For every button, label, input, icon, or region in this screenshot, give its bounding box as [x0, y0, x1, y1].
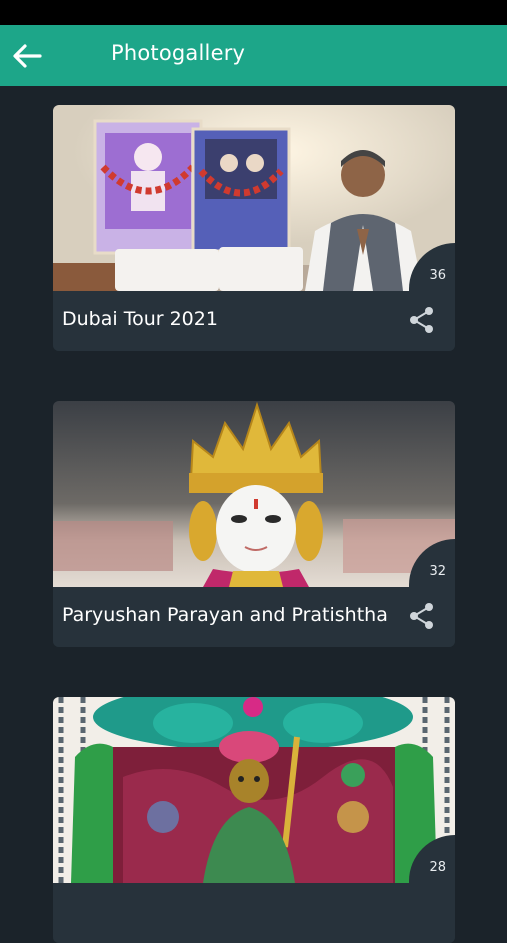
app-bar: Photogallery — [0, 25, 507, 86]
status-bar — [0, 0, 507, 25]
album-photo-swing — [53, 697, 455, 883]
album-thumbnail[interactable]: 36 — [53, 105, 455, 291]
share-icon[interactable] — [409, 306, 435, 334]
album-footer: Dubai Tour 2021 — [53, 291, 455, 351]
share-icon[interactable] — [409, 602, 435, 630]
album-photo-pratishtha — [53, 401, 455, 587]
album-thumbnail[interactable]: 28 — [53, 697, 455, 883]
album-card[interactable]: 28 — [53, 697, 455, 943]
album-title: Paryushan Parayan and Pratishtha — [62, 604, 388, 626]
page-title: Photogallery — [111, 41, 246, 65]
album-card[interactable]: 36 Dubai Tour 2021 — [53, 105, 455, 351]
album-photo-dubai — [53, 105, 455, 291]
album-title: Dubai Tour 2021 — [62, 308, 218, 330]
album-card[interactable]: 32 Paryushan Parayan and Pratishtha — [53, 401, 455, 647]
album-footer: Paryushan Parayan and Pratishtha — [53, 587, 455, 647]
album-thumbnail[interactable]: 32 — [53, 401, 455, 587]
back-arrow-icon[interactable] — [12, 43, 42, 69]
album-footer — [53, 883, 455, 943]
